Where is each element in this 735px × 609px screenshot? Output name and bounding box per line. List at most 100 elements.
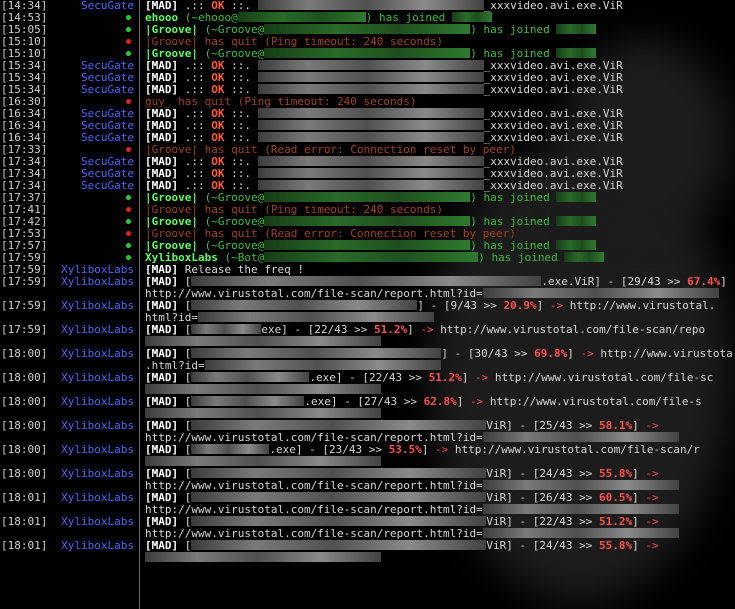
scan-link[interactable]: http://www.virustota [594, 347, 732, 360]
detection-info: ] - [9/43 >> [417, 299, 504, 312]
scan-link[interactable]: http://www.virustotal. [563, 299, 716, 312]
redacted-text [264, 48, 471, 58]
bracket: [ [178, 371, 192, 384]
redacted-text [145, 384, 381, 394]
nick[interactable]: XyliboxLabs [61, 324, 134, 336]
redacted-text [191, 300, 418, 310]
nick[interactable]: SecuGate [81, 0, 134, 12]
join-dot-icon [126, 15, 131, 20]
bot-tag: [MAD] [145, 539, 179, 552]
redacted-text [257, 84, 484, 94]
log-line: [17:59] XyliboxLabs [MAD] [] - [9/43 >> 20… [0, 300, 735, 324]
redacted-text [257, 60, 484, 70]
timestamp: [18:00] [1, 395, 48, 408]
log-line: [18:01] XyliboxLabs [MAD] [ViR] - [26/43 >… [0, 491, 735, 516]
message-text: [MAD] [.exe] - [22/43 >> 51.2%] -> http:… [145, 372, 713, 384]
nick[interactable]: SecuGate [81, 180, 134, 192]
nick[interactable]: XyliboxLabs [61, 540, 134, 552]
arrow-icon: -> [469, 395, 484, 408]
filename: _xxxvideo.avi.exe.ViR [483, 83, 623, 96]
redacted-text [191, 468, 487, 478]
redacted-text [556, 240, 597, 250]
redacted-text [257, 168, 484, 178]
log-line: [18:01] XyliboxLabs [MAD] [ViR] - [24/43 >… [0, 539, 735, 562]
scan-link[interactable]: http://www.virustotal.com/file-sc [488, 371, 714, 384]
log-line: [18:00] XyliboxLabs [MAD] [ViR] - [24/43 >… [0, 468, 735, 492]
nick[interactable]: XyliboxLabs [61, 468, 134, 480]
detection-percent: 69.8% [534, 347, 568, 360]
nick[interactable]: XyliboxLabs [61, 348, 134, 360]
message-text: [MAD] [ exe] - [22/43 >> 51.2%] -> http:/… [145, 324, 705, 336]
nick[interactable]: XyliboxLabs [61, 396, 134, 408]
bot-tag: [MAD] [145, 395, 179, 408]
nick[interactable]: XyliboxLabs [61, 420, 134, 432]
nick[interactable]: XyliboxLabs [61, 492, 134, 504]
bot-tag: [MAD] [145, 371, 179, 384]
redacted-text [191, 492, 487, 502]
redacted-text [197, 312, 434, 322]
arrow-icon: -> [549, 299, 564, 312]
redacted-text [482, 432, 679, 442]
bot-tag: [MAD] [145, 323, 179, 336]
nick[interactable]: XyliboxLabs [61, 516, 134, 528]
arrow-icon: -> [645, 491, 659, 504]
timestamp: [18:01] [1, 515, 48, 528]
bracket: [ [178, 443, 192, 456]
nick[interactable]: SecuGate [81, 132, 134, 144]
redacted-text [264, 252, 479, 262]
detection-info: ViR] - [22/43 >> [486, 515, 599, 528]
redacted-text [451, 12, 492, 22]
nick[interactable]: XyliboxLabs [61, 372, 134, 384]
bracket: ] [407, 323, 421, 336]
nick[interactable]: SecuGate [81, 84, 134, 96]
redacted-text [556, 24, 597, 34]
event-text: ) has joined [365, 11, 452, 24]
quit-dot-icon [126, 231, 131, 236]
detection-percent: 62.8% [423, 395, 457, 408]
event-text: ) has joined [470, 23, 557, 36]
redacted-text [191, 372, 310, 382]
detection-info: .exe] - [22/43 >> [309, 371, 429, 384]
redacted-text [482, 504, 679, 514]
arrow-icon: -> [420, 323, 434, 336]
bracket: [ [178, 323, 192, 336]
redacted-text [564, 252, 605, 262]
scan-link[interactable]: http://www.virustotal.com/file-s [483, 395, 702, 408]
detection-info: ViR] - [25/43 >> [486, 419, 599, 432]
redacted-text [191, 444, 270, 454]
log-line: [17:59] XyliboxLabs [MAD] [.exe.ViR] - [29… [0, 276, 735, 300]
quit-dot-icon [126, 207, 131, 212]
redacted-text [257, 180, 484, 190]
scan-link[interactable]: http://www.virustotal.com/file-scan/repo… [145, 479, 483, 492]
bracket: ] [456, 395, 470, 408]
scan-link[interactable]: http://www.virustotal.com/file-scan/r [448, 443, 700, 456]
join-dot-icon [126, 255, 131, 260]
scan-link[interactable]: http://www.virustotal.com/file-scan/repo… [145, 527, 483, 540]
irc-log-window[interactable]: [14:34] SecuGate [MAD] .:: OK ::. _xxxvide… [0, 0, 735, 609]
redacted-text [556, 192, 597, 202]
arrow-icon: -> [434, 443, 449, 456]
redacted-text [191, 396, 305, 406]
join-dot-icon [126, 243, 131, 248]
bracket: ] [632, 491, 646, 504]
message-text: [MAD] [] - [9/43 >> 20.9%] -> http://www… [145, 300, 715, 312]
bracket: ] [632, 515, 646, 528]
scan-link[interactable]: http://www.virustotal.com/file-scan/repo… [145, 503, 483, 516]
nick[interactable]: XyliboxLabs [61, 276, 134, 288]
timestamp: [18:00] [1, 347, 48, 360]
bracket: [ [178, 539, 192, 552]
scan-link[interactable]: http://www.virustotal.com/file-scan/repo [434, 323, 705, 336]
redacted-text [237, 12, 366, 22]
bracket: ] [536, 299, 550, 312]
log-line: [18:00] XyliboxLabs [MAD] [] - [30/43 >> 6… [0, 347, 735, 372]
redacted-text [191, 348, 442, 358]
log-line: [17:57] |Groove| (~Groove@) has joined [0, 240, 735, 252]
message-text: [MAD] [] - [30/43 >> 69.8%] -> http://ww… [145, 348, 733, 360]
nick[interactable]: XyliboxLabs [61, 300, 134, 312]
message-list: [14:34] SecuGate [MAD] .:: OK ::. _xxxvide… [0, 0, 735, 564]
log-line: [14:53] ehooo (~ehooo@) has joined [0, 12, 735, 24]
redacted-text [257, 156, 484, 166]
nick[interactable]: XyliboxLabs [61, 444, 134, 456]
detection-info: exe] - [22/43 >> [261, 323, 374, 336]
detection-percent: 51.2% [373, 323, 408, 336]
